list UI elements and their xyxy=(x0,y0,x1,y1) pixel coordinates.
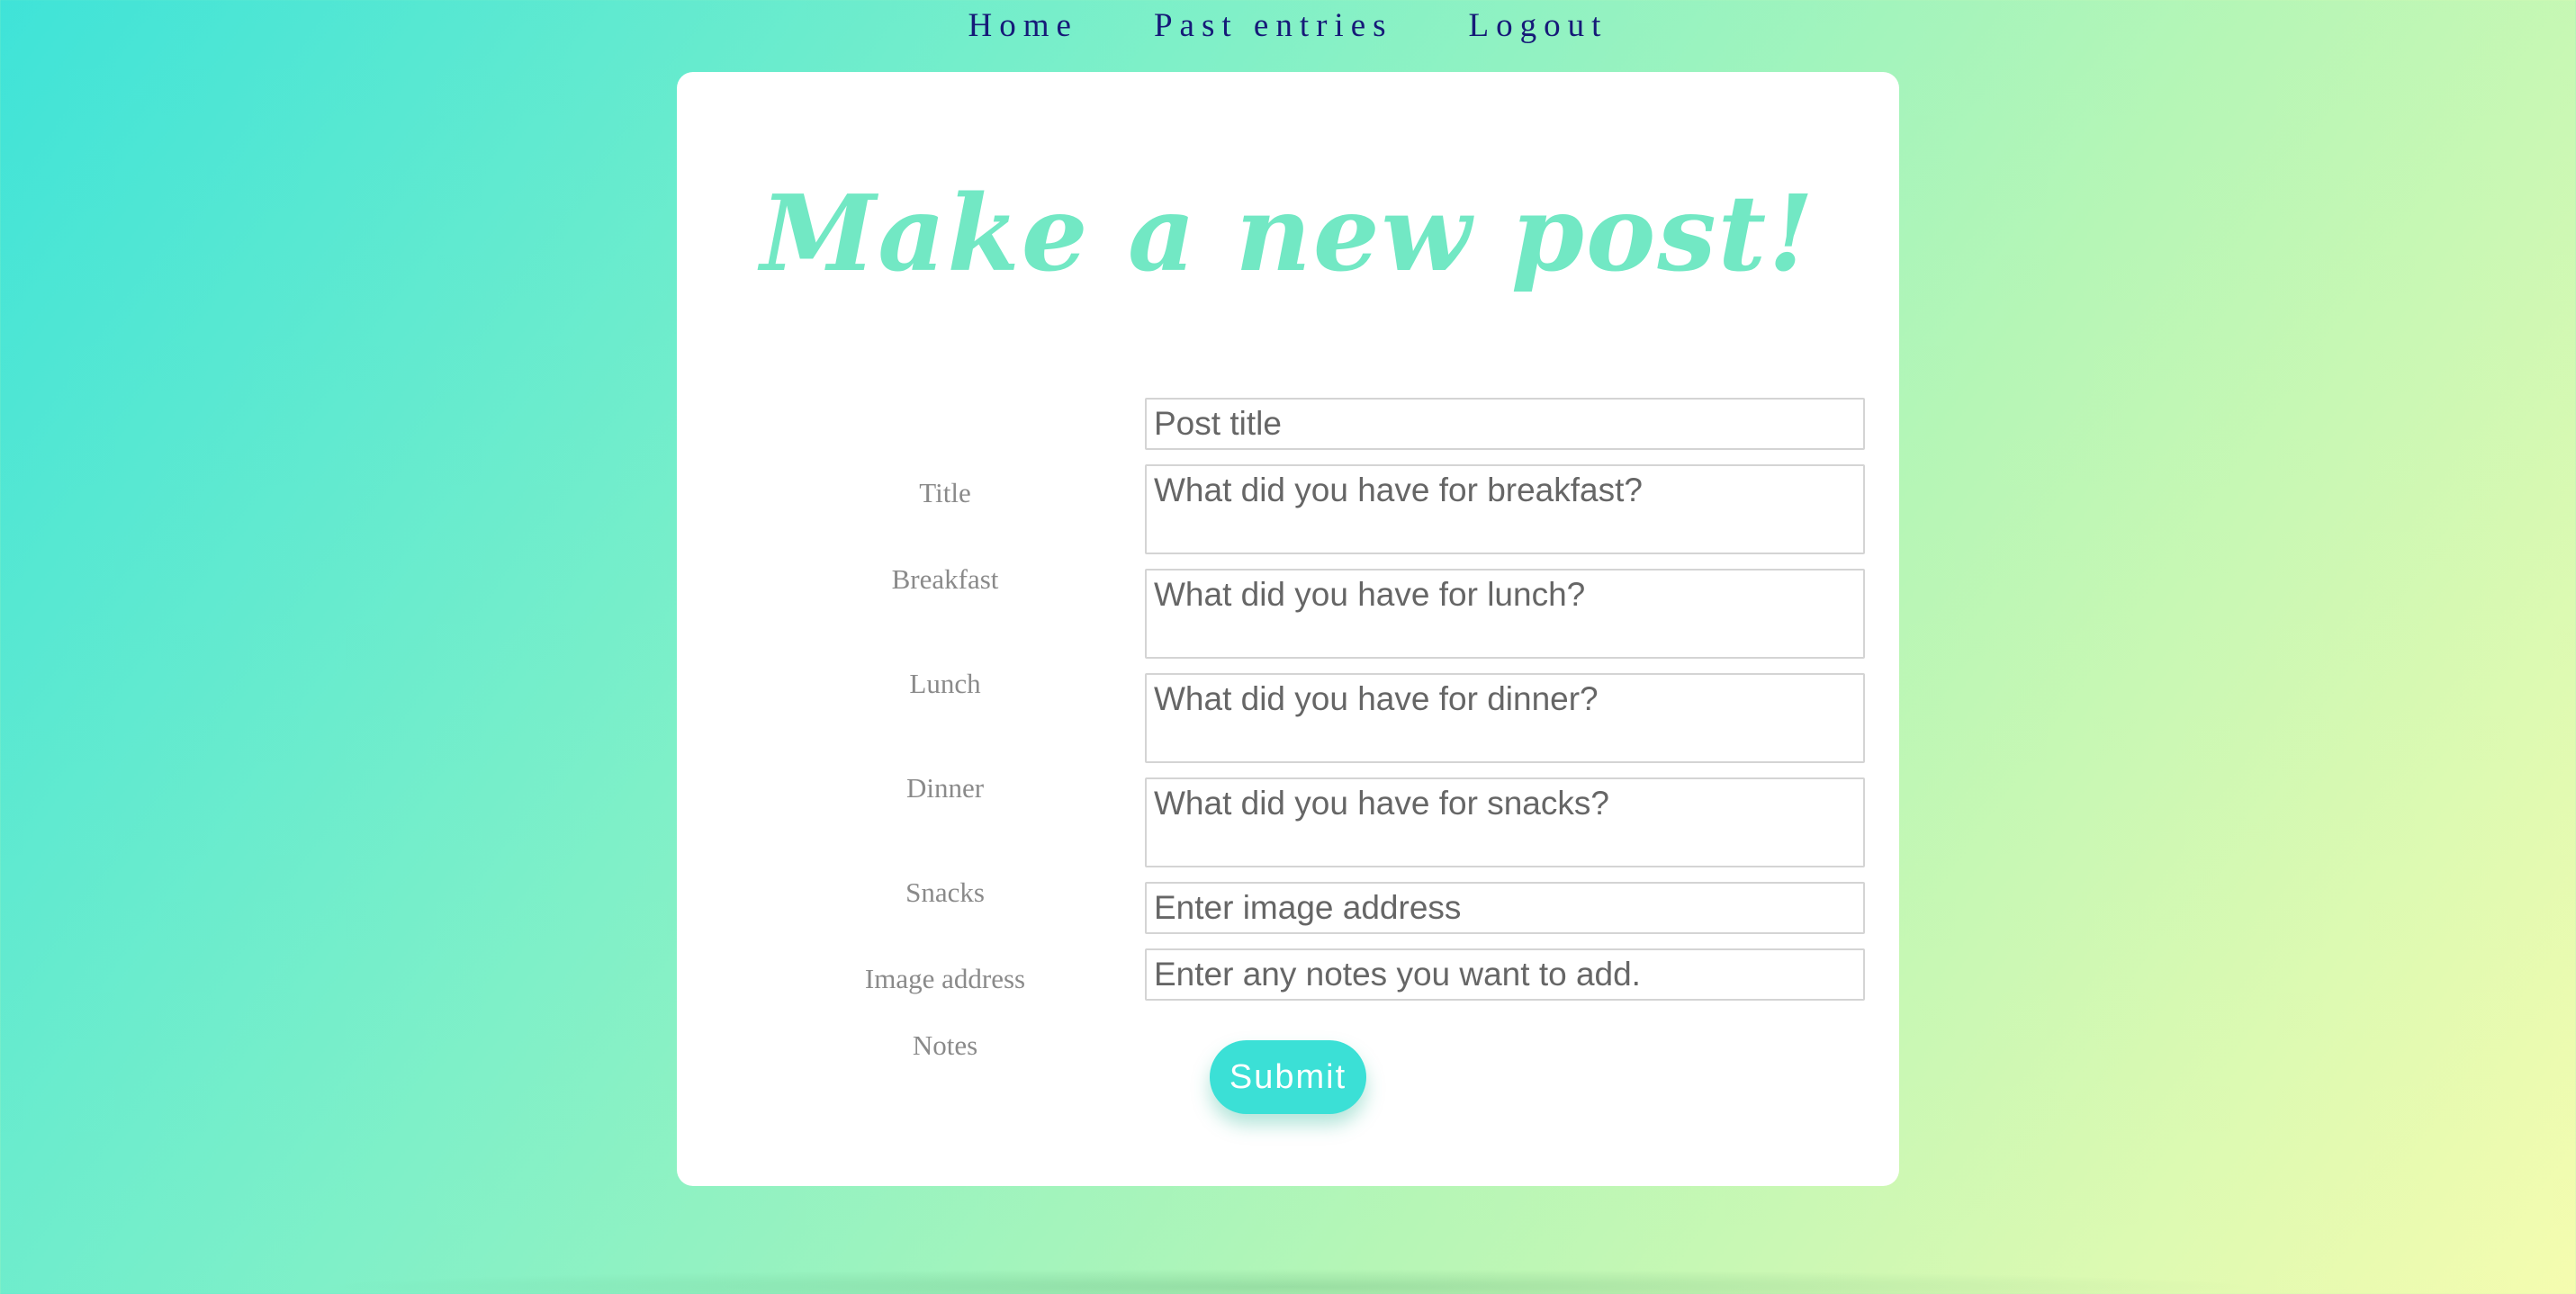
submit-button[interactable]: Submit xyxy=(1210,1040,1366,1114)
top-nav: Home Past entries Logout xyxy=(0,7,2576,45)
image-address-input[interactable] xyxy=(1145,882,1865,934)
bottom-shadow xyxy=(306,1269,2268,1294)
page-title: Make a new post! xyxy=(760,173,1816,295)
snacks-label: Snacks xyxy=(905,876,985,908)
snacks-textarea[interactable] xyxy=(1145,777,1865,867)
lunch-textarea[interactable] xyxy=(1145,569,1865,659)
title-input[interactable] xyxy=(1145,398,1865,450)
notes-label: Notes xyxy=(912,1029,978,1061)
nav-logout-link[interactable]: Logout xyxy=(1469,7,1608,45)
notes-input[interactable] xyxy=(1145,948,1865,1001)
breakfast-label: Breakfast xyxy=(891,563,999,595)
breakfast-textarea[interactable] xyxy=(1145,464,1865,554)
dinner-label: Dinner xyxy=(905,772,985,804)
nav-past-entries-link[interactable]: Past entries xyxy=(1154,7,1393,45)
title-label: Title xyxy=(919,477,971,508)
new-post-card: Make a new post! Title Breakfast Lunch D… xyxy=(677,72,1899,1186)
image-address-label: Image address xyxy=(864,963,1026,994)
nav-home-link[interactable]: Home xyxy=(968,7,1078,45)
lunch-label: Lunch xyxy=(909,668,981,699)
dinner-textarea[interactable] xyxy=(1145,673,1865,763)
